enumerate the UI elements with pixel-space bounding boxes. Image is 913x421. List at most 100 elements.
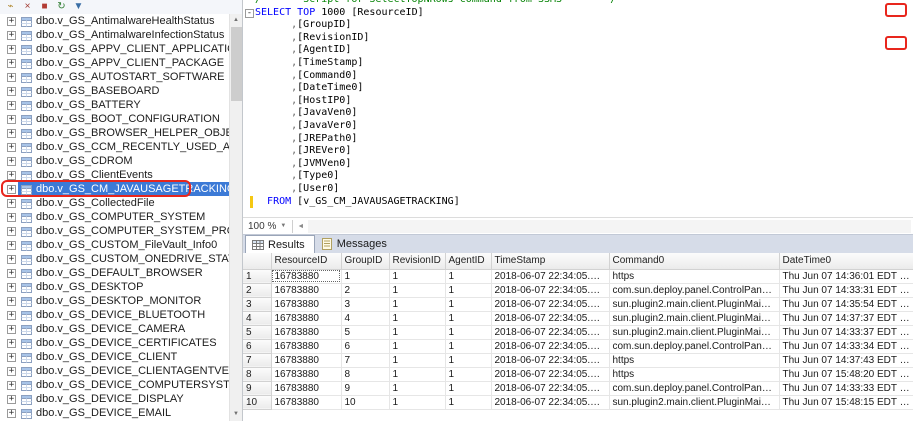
expand-icon[interactable]: + <box>7 268 16 278</box>
expand-icon[interactable]: + <box>7 156 16 166</box>
tree-item-selectable[interactable]: dbo.v_GS_DEVICE_COMPUTERSYSTEM <box>18 378 229 392</box>
collapse-icon[interactable]: - <box>245 9 254 18</box>
grid-cell[interactable]: 1 <box>445 283 492 298</box>
filter-icon[interactable]: ▼ <box>72 1 85 13</box>
tree-item-selectable[interactable]: dbo.v_GS_BROWSER_HELPER_OBJECT <box>18 126 229 140</box>
tree-item[interactable]: + dbo.v_GS_CUSTOM_ONEDRIVE_STATUS <box>0 252 229 266</box>
tree-item-selectable[interactable]: dbo.v_GS_COMPUTER_SYSTEM_PRODUCT <box>18 224 229 238</box>
tree-item[interactable]: + dbo.v_GS_AntimalwareInfectionStatus <box>0 28 229 42</box>
tree-item-selectable[interactable]: dbo.v_GS_AUTOSTART_SOFTWARE <box>18 70 227 84</box>
expand-icon[interactable]: + <box>7 338 16 348</box>
grid-cell[interactable]: https <box>609 353 780 368</box>
expand-icon[interactable]: + <box>7 282 16 292</box>
expand-icon[interactable]: + <box>7 310 16 320</box>
grid-cell[interactable]: 1 <box>445 353 492 368</box>
expand-icon[interactable]: + <box>7 16 16 26</box>
grid-cell[interactable]: 16783880 <box>271 381 342 396</box>
expand-icon[interactable]: + <box>7 394 16 404</box>
tree-item-selectable[interactable]: dbo.v_GS_DEVICE_DISPLAY <box>18 392 187 406</box>
tree-item[interactable]: + dbo.v_GS_DEVICE_CAMERA <box>0 322 229 336</box>
row-header[interactable]: 1 <box>243 269 272 284</box>
expand-icon[interactable]: + <box>7 100 16 110</box>
grid-cell[interactable]: sun.plugin2.main.client.PluginMain read_… <box>609 311 780 326</box>
grid-cell[interactable]: 2018-06-07 22:34:05.000 <box>491 325 610 340</box>
tree-item[interactable]: + dbo.v_GS_DEVICE_CERTIFICATES <box>0 336 229 350</box>
grid-column-header[interactable]: RevisionID <box>389 253 446 270</box>
grid-column-header[interactable]: DateTime0 <box>779 253 913 270</box>
scroll-left-icon[interactable]: ◄ <box>293 223 308 230</box>
tree-item-selectable[interactable]: dbo.v_GS_BOOT_CONFIGURATION <box>18 112 223 126</box>
grid-cell[interactable]: Thu Jun 07 14:37:43 EDT 2018 <box>779 353 913 368</box>
tree-item[interactable]: + dbo.v_GS_DEVICE_CLIENT <box>0 350 229 364</box>
expand-icon[interactable]: + <box>7 226 16 236</box>
grid-cell[interactable]: 1 <box>389 353 446 368</box>
tree-item-selectable[interactable]: dbo.v_GS_BATTERY <box>18 98 144 112</box>
sql-editor[interactable]: - /****** Script for SelectTopNRows comm… <box>243 0 913 217</box>
tree-item-selectable[interactable]: dbo.v_GS_AntimalwareHealthStatus <box>18 14 218 28</box>
grid-cell[interactable]: Thu Jun 07 14:33:37 EDT 2018 <box>779 325 913 340</box>
grid-cell[interactable]: 1 <box>389 395 446 410</box>
grid-cell[interactable]: 2018-06-07 22:34:05.000 <box>491 367 610 382</box>
tree-item-selectable[interactable]: dbo.v_GS_CUSTOM_ONEDRIVE_STATUS <box>18 252 229 266</box>
grid-cell[interactable]: 16783880 <box>271 283 342 298</box>
grid-cell[interactable]: 1 <box>445 311 492 326</box>
tree-item-selectable[interactable]: dbo.v_GS_DESKTOP <box>18 280 146 294</box>
expand-icon[interactable]: + <box>7 72 16 82</box>
grid-cell[interactable]: 1 <box>445 297 492 312</box>
row-header[interactable]: 4 <box>243 311 272 326</box>
expand-icon[interactable]: + <box>7 142 16 152</box>
tree-item[interactable]: + dbo.v_GS_AUTOSTART_SOFTWARE <box>0 70 229 84</box>
tree-item-selectable[interactable]: dbo.v_GS_CollectedFile <box>18 196 158 210</box>
tree-item[interactable]: + dbo.v_GS_BROWSER_HELPER_OBJECT <box>0 126 229 140</box>
tree-item-selectable[interactable]: dbo.v_GS_CM_JAVAUSAGETRACKING <box>18 182 229 196</box>
grid-cell[interactable]: 2018-06-07 22:34:05.000 <box>491 381 610 396</box>
grid-cell[interactable]: sun.plugin2.main.client.PluginMain read_… <box>609 297 780 312</box>
grid-cell[interactable]: 9 <box>341 381 390 396</box>
grid-cell[interactable]: 16783880 <box>271 269 342 284</box>
grid-column-header[interactable]: AgentID <box>445 253 492 270</box>
grid-cell[interactable]: 4 <box>341 311 390 326</box>
row-header[interactable]: 6 <box>243 339 272 354</box>
stop-icon[interactable]: ■ <box>38 1 51 13</box>
grid-cell[interactable]: 16783880 <box>271 367 342 382</box>
tree-item[interactable]: + dbo.v_GS_DEVICE_BLUETOOTH <box>0 308 229 322</box>
grid-cell[interactable]: 1 <box>341 269 390 284</box>
grid-cell[interactable]: 2018-06-07 22:34:05.000 <box>491 283 610 298</box>
grid-cell[interactable]: 1 <box>445 325 492 340</box>
grid-cell[interactable]: https <box>609 269 780 284</box>
grid-cell[interactable]: 1 <box>389 381 446 396</box>
zoom-control[interactable]: 100 % ▼ <box>243 221 292 232</box>
tree-item[interactable]: + dbo.v_GS_CM_JAVAUSAGETRACKING <box>0 180 229 197</box>
grid-cell[interactable]: 1 <box>389 325 446 340</box>
tree-item[interactable]: + dbo.v_GS_AntimalwareHealthStatus <box>0 14 229 28</box>
grid-cell[interactable]: sun.plugin2.main.client.PluginMain read_… <box>609 395 780 410</box>
grid-cell[interactable]: Thu Jun 07 14:33:34 EDT 2018 <box>779 339 913 354</box>
grid-cell[interactable]: Thu Jun 07 15:48:15 EDT 2018 <box>779 395 913 410</box>
expand-icon[interactable]: + <box>7 86 16 96</box>
expand-icon[interactable]: + <box>7 128 16 138</box>
expand-icon[interactable]: + <box>7 184 16 194</box>
row-header[interactable]: 8 <box>243 367 272 382</box>
grid-cell[interactable]: 1 <box>445 367 492 382</box>
grid-column-header[interactable]: Command0 <box>609 253 780 270</box>
expand-icon[interactable]: + <box>7 114 16 124</box>
grid-cell[interactable]: Thu Jun 07 14:35:54 EDT 2018 <box>779 297 913 312</box>
grid-cell[interactable]: 16783880 <box>271 297 342 312</box>
grid-cell[interactable]: 2018-06-07 22:34:05.000 <box>491 339 610 354</box>
tree-item-selectable[interactable]: dbo.v_GS_DEVICE_CAMERA <box>18 322 188 336</box>
expand-icon[interactable]: + <box>7 198 16 208</box>
tree-item-selectable[interactable]: dbo.v_GS_CCM_RECENTLY_USED_APPS <box>18 140 229 154</box>
scrollbar-thumb[interactable] <box>231 27 242 101</box>
grid-cell[interactable]: com.sun.deploy.panel.ControlPanel -userC… <box>609 381 780 396</box>
row-header[interactable]: 7 <box>243 353 272 368</box>
grid-cell[interactable]: 2018-06-07 22:34:05.000 <box>491 395 610 410</box>
grid-cell[interactable]: 1 <box>389 311 446 326</box>
grid-corner-cell[interactable] <box>243 253 272 270</box>
disconnect-icon[interactable]: × <box>21 1 34 13</box>
row-header[interactable]: 3 <box>243 297 272 312</box>
grid-cell[interactable]: 2018-06-07 22:34:05.000 <box>491 311 610 326</box>
expand-icon[interactable]: + <box>7 240 16 250</box>
grid-cell[interactable]: 8 <box>341 367 390 382</box>
grid-cell[interactable]: 10 <box>341 395 390 410</box>
tree-item[interactable]: + dbo.v_GS_BATTERY <box>0 98 229 112</box>
